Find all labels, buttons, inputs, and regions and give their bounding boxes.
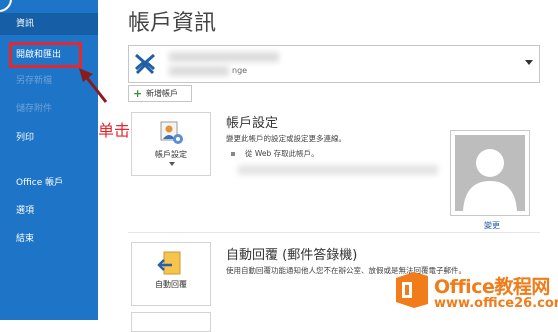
click-annotation: 单击 <box>98 121 131 140</box>
highlight-box <box>9 42 82 68</box>
bullet-icon <box>231 152 235 156</box>
account-name-redacted <box>169 52 279 62</box>
change-photo-link[interactable]: 變更 <box>484 220 500 231</box>
auto-reply-tile[interactable]: 自動回覆 <box>131 242 211 306</box>
redacted-text <box>238 165 438 175</box>
nav-item-office-account[interactable]: Office 帳戶 <box>0 172 98 194</box>
account-email-redacted <box>169 66 229 76</box>
office-logo-icon <box>396 272 428 308</box>
account-selector[interactable]: nge <box>128 45 540 83</box>
auto-reply-title: 自動回覆 (郵件答錄機) <box>226 248 358 263</box>
account-domain: nge <box>232 66 248 75</box>
account-settings-title: 帳戶設定 <box>226 116 279 131</box>
account-settings-tile-label: 帳戶設定 <box>155 150 187 159</box>
person-icon <box>463 149 517 211</box>
plus-icon: + <box>133 87 143 100</box>
next-tile[interactable] <box>131 312 211 332</box>
watermark-title: Office教程网 <box>434 276 550 298</box>
nav-item-info[interactable]: 資訊 <box>0 13 98 35</box>
nav-item-print[interactable]: 列印 <box>0 127 98 149</box>
back-icon[interactable] <box>0 0 12 12</box>
watermark-url: www.office26.com <box>434 296 558 311</box>
auto-reply-tile-label: 自動回覆 <box>155 280 187 289</box>
exchange-icon <box>133 51 157 77</box>
profile-picture[interactable] <box>450 130 530 216</box>
add-account-label: 新增帳戶 <box>146 89 178 98</box>
auto-reply-icon <box>157 251 181 275</box>
account-settings-icon <box>160 121 183 144</box>
nav-item-exit[interactable]: 結束 <box>0 228 98 250</box>
account-settings-description: 變更此帳戶的設定或設定更多連線。 <box>226 134 346 143</box>
add-account-button[interactable]: + 新增帳戶 <box>128 85 192 102</box>
watermark: Office教程网 www.office26.com <box>394 270 558 320</box>
chevron-down-icon[interactable] <box>525 60 533 65</box>
annotation-arrow-icon <box>79 68 108 103</box>
chevron-down-icon <box>169 162 175 166</box>
web-access-bullet: 從 Web 存取此帳戶。 <box>231 148 319 159</box>
account-settings-tile[interactable]: 帳戶設定 <box>131 112 211 176</box>
page-title: 帳戶資訊 <box>128 11 217 36</box>
nav-item-options[interactable]: 選項 <box>0 200 98 222</box>
web-access-text: 從 Web 存取此帳戶。 <box>245 149 319 158</box>
section-divider <box>128 232 540 233</box>
